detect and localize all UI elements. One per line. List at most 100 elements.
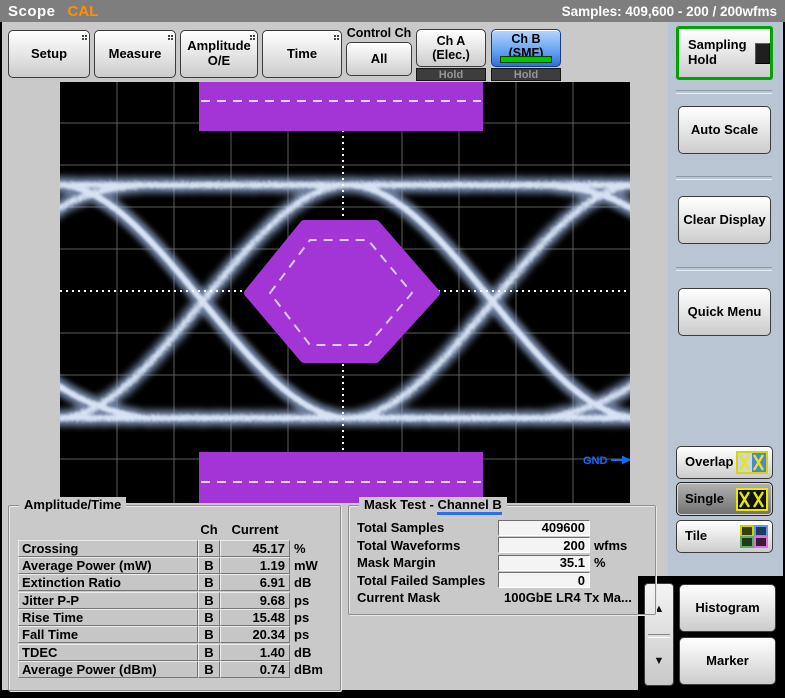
measurement-channel: B	[198, 540, 220, 557]
list-item: Mask Margin 35.1 %	[357, 555, 632, 571]
measurement-channel: B	[198, 592, 220, 609]
table-row: Extinction Ratio B 6.91 dB	[18, 575, 323, 591]
quick-menu-button[interactable]: Quick Menu	[678, 288, 771, 336]
measurement-value: 20.34	[220, 626, 290, 643]
measurement-label: Rise Time	[18, 609, 198, 626]
table-row: Average Power (mW) B 1.19 mW	[18, 557, 323, 573]
mask-test-panel: Mask Test - Channel B Total Samples 4096…	[348, 505, 656, 615]
overlap-label: Overlap	[685, 455, 733, 470]
measurement-value: 15.48	[220, 609, 290, 626]
setup-button[interactable]: Setup	[8, 30, 90, 78]
all-button-label: All	[371, 52, 388, 67]
amplitude-oe-button[interactable]: Amplitude O/E	[180, 30, 258, 78]
column-header-ch: Ch	[198, 522, 220, 537]
tile-layout-icon	[740, 525, 768, 548]
measurement-label: Extinction Ratio	[18, 574, 198, 591]
table-row: Fall Time B 20.34 ps	[18, 627, 323, 643]
mask-stat-value-box: 0	[498, 572, 590, 588]
measurement-label: Fall Time	[18, 626, 198, 643]
hold-b-label: Hold	[514, 69, 538, 81]
amplitude-oe-button-label: Amplitude O/E	[187, 39, 251, 69]
histogram-button[interactable]: Histogram	[679, 584, 776, 632]
scroll-down-button[interactable]: ▼	[645, 636, 673, 686]
measurement-label: Average Power (mW)	[18, 557, 198, 574]
control-ch-label: Control Ch	[344, 26, 414, 40]
mask-test-title: Mask Test - Channel B	[359, 497, 507, 512]
sidebar-divider	[676, 267, 772, 271]
table-row: Rise Time B 15.48 ps	[18, 610, 323, 626]
gnd-marker: GND	[583, 455, 630, 467]
measurement-unit: ps	[294, 610, 309, 625]
mask-stat-value-box: 200	[498, 537, 590, 553]
quick-menu-label: Quick Menu	[688, 305, 762, 320]
table-row: TDEC B 1.40 dB	[18, 644, 323, 660]
list-item: Total Samples 409600	[357, 520, 632, 536]
title-bar: Scope CAL Samples: 409,600 - 200 / 200wf…	[0, 0, 785, 22]
tile-view-button[interactable]: Tile	[676, 520, 773, 553]
measurement-value: 6.91	[220, 574, 290, 591]
amplitude-time-panel: Amplitude/Time Ch Current Crossing B 45.…	[8, 505, 341, 691]
auto-scale-label: Auto Scale	[691, 123, 758, 138]
current-mask-value: 100GbE LR4 Tx Ma...	[504, 590, 632, 605]
measurement-channel: B	[198, 661, 220, 678]
sidebar-divider	[676, 90, 772, 94]
measurement-channel: B	[198, 609, 220, 626]
channel-b-hold-indicator[interactable]: Hold	[491, 68, 561, 81]
setup-button-label: Setup	[31, 47, 67, 62]
column-header-current: Current	[220, 522, 290, 537]
app-title: Scope	[8, 3, 56, 20]
channel-a-hold-indicator[interactable]: Hold	[416, 68, 486, 81]
samples-status: Samples: 409,600 - 200 / 200wfms	[562, 4, 777, 19]
overlap-view-button[interactable]: Overlap	[676, 446, 773, 479]
measurement-label: Average Power (dBm)	[18, 661, 198, 678]
amplitude-time-header: Ch Current	[18, 522, 290, 537]
mask-stat-label: Total Waveforms	[357, 538, 498, 553]
eye-diagram-display[interactable]: GND	[60, 82, 630, 503]
mask-regions	[199, 82, 483, 503]
cal-status-badge: CAL	[68, 3, 99, 20]
clear-display-button[interactable]: Clear Display	[678, 196, 771, 244]
mask-stat-value: 0	[578, 573, 585, 588]
overlap-eye-icon	[736, 451, 768, 474]
marker-label: Marker	[706, 654, 749, 669]
measure-button-label: Measure	[109, 47, 162, 62]
measurement-channel: B	[198, 626, 220, 643]
mask-test-title-prefix: Mask Test -	[364, 497, 437, 512]
measurement-value: 9.68	[220, 592, 290, 609]
amplitude-time-title: Amplitude/Time	[19, 497, 126, 512]
channel-b-button[interactable]: Ch B (SMF)	[491, 29, 561, 67]
mask-stat-value: 35.1	[560, 555, 585, 570]
time-button[interactable]: Time	[262, 30, 342, 78]
sampling-hold-button[interactable]: Sampling Hold	[676, 26, 773, 80]
control-ch-all-button[interactable]: All	[346, 42, 412, 76]
measurement-unit: ps	[294, 593, 309, 608]
mask-top-bar	[199, 82, 483, 131]
eye-diagram-canvas: GND	[60, 82, 630, 503]
mask-center-hexagon	[248, 224, 436, 359]
mask-stat-label: Total Failed Samples	[357, 573, 498, 588]
submenu-dots-icon	[82, 35, 84, 37]
measurement-unit: %	[294, 541, 306, 556]
sampling-hold-label: Sampling Hold	[688, 38, 747, 68]
down-arrow-icon: ▼	[654, 655, 665, 667]
single-view-button[interactable]: Single	[676, 482, 773, 516]
marker-button[interactable]: Marker	[679, 637, 776, 685]
channel-a-button[interactable]: Ch A (Elec.)	[416, 29, 486, 67]
mask-stat-value: 200	[563, 538, 585, 553]
table-row: Crossing B 45.17 %	[18, 540, 323, 556]
auto-scale-button[interactable]: Auto Scale	[678, 106, 771, 154]
measurement-label: TDEC	[18, 644, 198, 661]
gnd-arrow-icon	[622, 456, 630, 465]
mask-stat-label: Mask Margin	[357, 555, 498, 570]
measurement-value: 1.40	[220, 644, 290, 661]
measurement-unit: dB	[294, 575, 311, 590]
mask-stat-value-box: 409600	[498, 520, 590, 536]
hold-a-label: Hold	[439, 69, 463, 81]
submenu-dots-icon	[334, 35, 336, 37]
current-mask-label: Current Mask	[357, 590, 498, 605]
submenu-dots-icon	[250, 35, 252, 37]
measure-button[interactable]: Measure	[94, 30, 176, 78]
time-button-label: Time	[287, 47, 317, 62]
channel-a-button-label: Ch A (Elec.)	[432, 34, 470, 63]
sampling-hold-led-icon	[755, 43, 770, 64]
